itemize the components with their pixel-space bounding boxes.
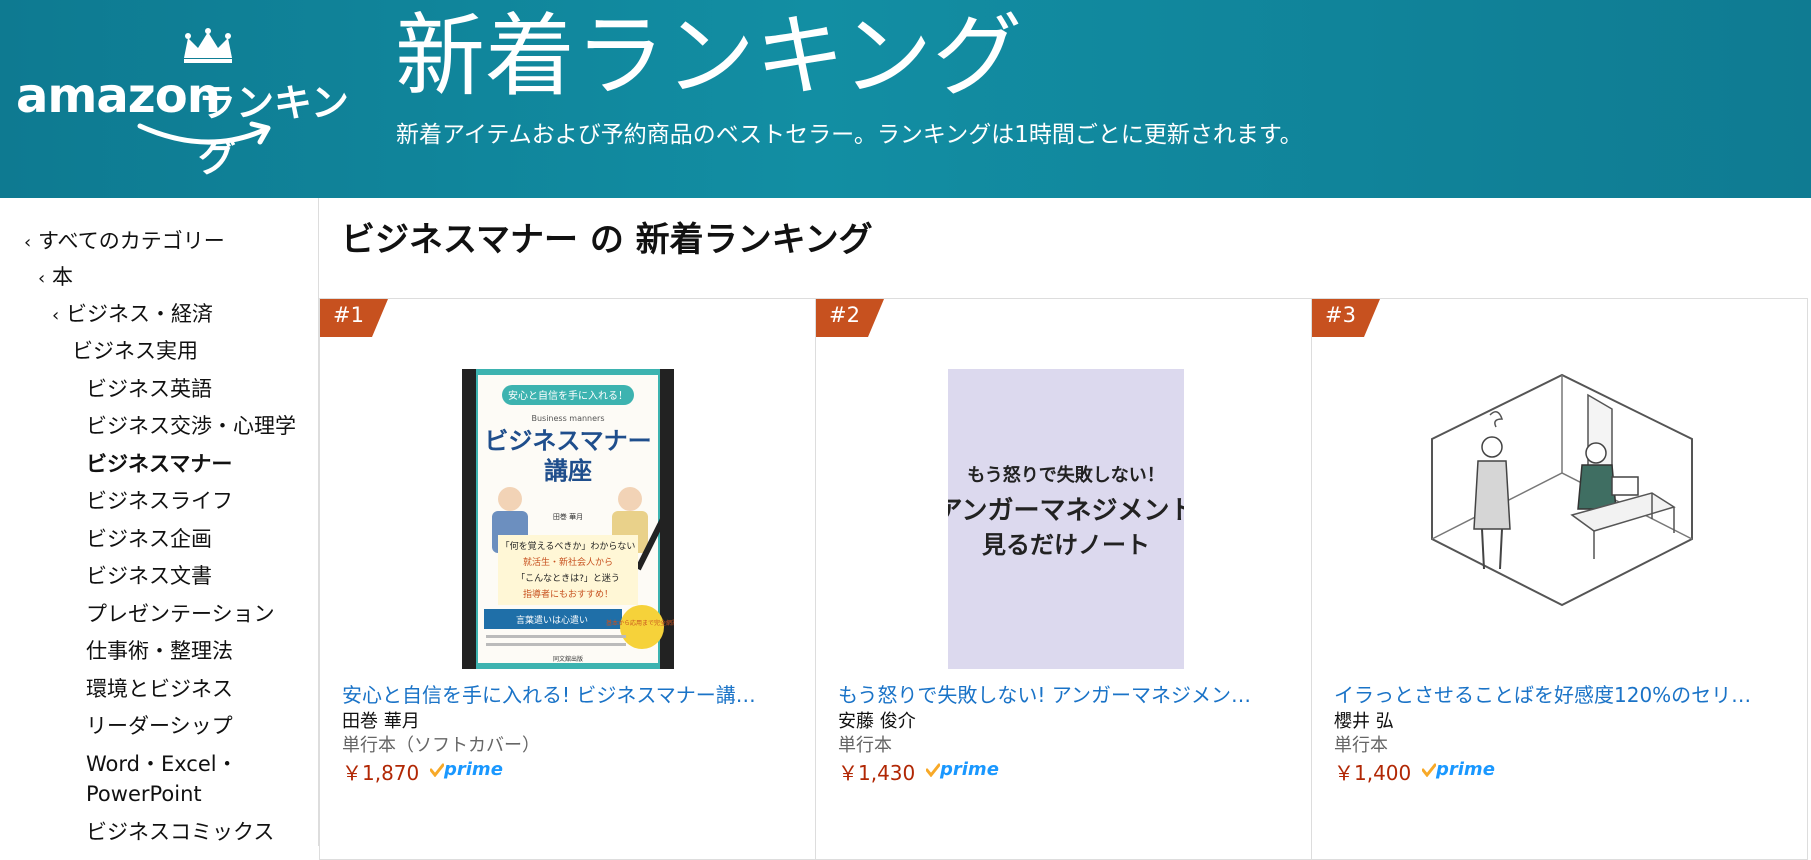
sidebar-item-label: すべてのカテゴリー: [38, 229, 225, 253]
sidebar-item-books[interactable]: ‹ 本: [38, 262, 73, 294]
page-title: ビジネスマナー の 新着ランキング: [341, 220, 873, 260]
sidebar-item-business-manners[interactable]: ビジネスマナー: [86, 449, 232, 479]
cover-quote-4: 指導者にもおすすめ！: [523, 588, 613, 600]
cover-banner: 安心と自信を手に入れる！: [508, 389, 628, 402]
cover-author: 田巻 華月: [553, 512, 583, 521]
product-format: 単行本（ソフトカバー）: [342, 735, 540, 756]
product-format: 単行本: [1334, 735, 1388, 756]
product-card[interactable]: #2 もう怒りで失敗しない！ アンガーマネジメント 見るだけノート もう怒りで失…: [815, 298, 1312, 860]
sidebar-item-business-english[interactable]: ビジネス英語: [86, 374, 212, 404]
sidebar-item-business-documents[interactable]: ビジネス文書: [86, 561, 212, 591]
product-price: ￥1,400: [1334, 761, 1412, 785]
sidebar-item-leadership[interactable]: リーダーシップ: [86, 711, 233, 741]
book-cover-image[interactable]: もう怒りで失敗しない！ アンガーマネジメント 見るだけノート: [948, 369, 1184, 669]
sidebar-item-office-line2[interactable]: PowerPoint: [86, 779, 202, 809]
rank-badge: #2: [816, 299, 884, 337]
cover-quote-3: 「こんなときは?」と迷う: [516, 572, 620, 584]
sidebar-item-business-practical[interactable]: ビジネス実用: [72, 336, 198, 366]
sidebar-item-office-line1[interactable]: Word・Excel・: [86, 749, 238, 779]
product-title-link[interactable]: イラっとさせることばを好感度120%のセリ…: [1334, 679, 1784, 708]
product-price: ￥1,870: [342, 761, 420, 785]
rank-badge: #1: [320, 299, 388, 337]
product-author[interactable]: 田巻 華月: [342, 707, 420, 733]
cover-note: 言葉遣いは心遣い: [516, 614, 588, 626]
rank-label: #3: [1325, 303, 1356, 327]
product-author[interactable]: 安藤 俊介: [838, 707, 916, 733]
cover-badge: 基本から応用まで完全網羅: [606, 619, 674, 627]
chevron-left-icon: ‹: [24, 232, 32, 253]
sidebar-item-business-comics[interactable]: ビジネスコミックス: [86, 817, 274, 847]
prime-check-icon: [926, 763, 940, 777]
product-title-link[interactable]: もう怒りで失敗しない! アンガーマネジメン…: [838, 679, 1288, 708]
sidebar-item-environment-business[interactable]: 環境とビジネス: [86, 674, 233, 704]
cover-quote-1: 「何を覚えるべきか」わからない: [501, 540, 636, 552]
prime-label: prime: [444, 759, 503, 780]
product-author[interactable]: 櫻井 弘: [1334, 707, 1394, 733]
cover-publisher: 同文舘出版: [553, 655, 583, 663]
crown-icon: [184, 28, 232, 63]
product-title-link[interactable]: 安心と自信を手に入れる! ビジネスマナー講…: [342, 679, 792, 708]
chevron-left-icon: ‹: [38, 268, 46, 289]
sidebar-item-all-categories[interactable]: ‹ すべてのカテゴリー: [24, 226, 225, 258]
header-title: 新着ランキング: [395, 4, 1023, 109]
cover-line-1: もう怒りで失敗しない！: [967, 464, 1164, 486]
cover-line-2: アンガーマネジメント: [948, 496, 1184, 526]
prime-label: prime: [940, 759, 999, 780]
category-sidebar: ‹ すべてのカテゴリー ‹ 本 ‹ ビジネス・経済 ビジネス実用 ビジネス英語 ビジネ…: [0, 198, 319, 846]
product-price: ￥1,430: [838, 761, 916, 785]
product-card[interactable]: #3 イラっとさせることばを好感度120%のセリ… 櫻井 弘 単行本 ￥1,40…: [1311, 298, 1808, 860]
sidebar-item-business-life[interactable]: ビジネスライフ: [86, 486, 233, 516]
chevron-left-icon: ‹: [52, 305, 60, 326]
product-format: 単行本: [838, 735, 892, 756]
sidebar-item-label: 本: [52, 265, 73, 289]
amazon-ranking-logo[interactable]: amazon ランキング: [16, 28, 376, 180]
cover-eyebrow: Business manners: [531, 414, 604, 423]
cover-title-line2: 講座: [544, 457, 592, 485]
sidebar-item-label: ビジネス・経済: [66, 302, 213, 326]
cover-quote-2: 就活生・新社会人から: [523, 556, 613, 568]
product-card[interactable]: #1 安心と自信を手に入れる！ Business manners ビジネスマナー…: [319, 298, 816, 860]
rank-label: #1: [333, 303, 364, 327]
prime-label: prime: [1436, 759, 1495, 780]
prime-check-icon: [1422, 763, 1436, 777]
sidebar-item-presentation[interactable]: プレゼンテーション: [86, 599, 275, 629]
sidebar-item-work-organizing[interactable]: 仕事術・整理法: [86, 636, 233, 666]
page-header: amazon ランキング 新着ランキング 新着アイテムおよび予約商品のベストセラ…: [0, 0, 1811, 198]
sidebar-item-negotiation-psychology[interactable]: ビジネス交渉・心理学: [86, 411, 296, 441]
sidebar-item-business-planning[interactable]: ビジネス企画: [86, 524, 212, 554]
header-subtitle: 新着アイテムおよび予約商品のベストセラー。ランキングは1時間ごとに更新されます。: [396, 122, 1303, 148]
rank-badge: #3: [1312, 299, 1380, 337]
cover-line-3: 見るだけノート: [982, 531, 1150, 559]
smile-arrow-icon: [137, 121, 271, 145]
book-cover-image[interactable]: 安心と自信を手に入れる！ Business manners ビジネスマナー 講座…: [462, 369, 674, 669]
prime-check-icon: [430, 763, 444, 777]
sidebar-item-business-economy[interactable]: ‹ ビジネス・経済: [52, 299, 213, 331]
cover-title-line1: ビジネスマナー: [484, 427, 651, 455]
rank-label: #2: [829, 303, 860, 327]
book-cover-image[interactable]: [1412, 369, 1712, 669]
